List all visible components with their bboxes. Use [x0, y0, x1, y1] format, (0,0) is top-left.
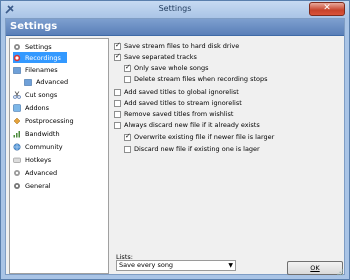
- settings-sidebar: Settings Recordings Filenames Advanced C…: [9, 38, 109, 274]
- sidebar-item-filenames[interactable]: Filenames: [13, 64, 58, 75]
- community-icon: [13, 142, 21, 151]
- dialog-footer: OK: [5, 259, 345, 277]
- option-remove-from-wishlist[interactable]: Remove saved titles from wishlist: [114, 109, 233, 119]
- option-label: Remove saved titles from wishlist: [124, 110, 234, 118]
- dialog-body: Settings Settings Recordings Filenames A…: [5, 18, 345, 275]
- page-title: Settings: [10, 21, 58, 32]
- addons-icon: [13, 103, 21, 112]
- option-label: Always discard new file if it already ex…: [124, 121, 260, 129]
- recordings-options-panel: Save stream files to hard disk drive Sav…: [112, 38, 344, 274]
- window-title: Settings: [158, 4, 192, 13]
- option-save-separated-tracks[interactable]: Save separated tracks: [114, 52, 197, 62]
- sidebar-item-label: Recordings: [25, 53, 61, 62]
- option-label: Save separated tracks: [124, 53, 197, 61]
- option-label: Add saved titles to stream ignorelist: [124, 99, 242, 107]
- sidebar-item-community[interactable]: Community: [13, 141, 63, 152]
- settings-window: Settings ✕ Settings Settings Recordings …: [0, 0, 350, 280]
- general-icon: [14, 182, 20, 189]
- advanced-icon: [14, 169, 20, 176]
- hotkeys-icon: [13, 157, 21, 163]
- sidebar-item-hotkeys[interactable]: Hotkeys: [13, 154, 51, 165]
- checkbox[interactable]: [124, 132, 131, 141]
- sidebar-item-settings[interactable]: Settings: [13, 41, 52, 52]
- resize-grip-icon[interactable]: [336, 268, 344, 276]
- option-label: Discard new file if existing one is lage…: [134, 145, 260, 153]
- option-label: Save stream files to hard disk drive: [124, 42, 240, 50]
- checkbox[interactable]: [124, 75, 131, 83]
- option-discard-if-lager[interactable]: Discard new file if existing one is lage…: [124, 144, 260, 154]
- sidebar-item-label: Postprocessing: [25, 116, 74, 125]
- checkbox[interactable]: [124, 145, 131, 153]
- sidebar-item-label: Advanced: [25, 168, 58, 177]
- option-save-stream-files[interactable]: Save stream files to hard disk drive: [114, 41, 239, 51]
- ok-button-label: OK: [310, 264, 320, 272]
- checkbox[interactable]: [114, 99, 121, 107]
- gear-icon: [14, 43, 20, 50]
- title-bar[interactable]: Settings ✕: [1, 1, 349, 18]
- checkbox[interactable]: [114, 88, 121, 96]
- option-label: Delete stream files when recording stops: [134, 75, 268, 83]
- folder-advanced-icon: [24, 78, 32, 86]
- sidebar-item-advanced[interactable]: Advanced: [13, 167, 57, 178]
- sidebar-item-label: Advanced: [36, 77, 69, 86]
- option-always-discard[interactable]: Always discard new file if it already ex…: [114, 120, 260, 130]
- record-icon: [13, 54, 21, 61]
- sidebar-item-advanced-filenames[interactable]: Advanced: [24, 76, 68, 87]
- checkbox[interactable]: [124, 63, 131, 72]
- folder-icon: [13, 66, 21, 74]
- ok-button[interactable]: OK: [287, 261, 343, 275]
- scissors-icon: [13, 90, 21, 99]
- checkbox[interactable]: [114, 121, 121, 129]
- option-delete-stream-files[interactable]: Delete stream files when recording stops: [124, 74, 268, 84]
- sidebar-item-general[interactable]: General: [13, 180, 51, 191]
- sidebar-item-label: Settings: [25, 42, 52, 51]
- sidebar-item-label: General: [25, 181, 51, 190]
- sidebar-item-cut-songs[interactable]: Cut songs: [13, 89, 57, 100]
- option-overwrite-if-larger[interactable]: Overwrite existing file if newer file is…: [124, 132, 274, 142]
- option-label: Add saved titles to global ignorelist: [124, 88, 239, 96]
- option-label: Overwrite existing file if newer file is…: [134, 133, 275, 141]
- sidebar-item-label: Cut songs: [25, 90, 58, 99]
- bandwidth-icon: [13, 130, 20, 137]
- sidebar-item-recordings[interactable]: Recordings: [13, 52, 67, 63]
- sidebar-item-label: Hotkeys: [25, 155, 52, 164]
- checkbox[interactable]: [114, 52, 121, 61]
- option-only-save-whole-songs[interactable]: Only save whole songs: [124, 63, 209, 73]
- sidebar-item-label: Addons: [25, 103, 50, 112]
- sidebar-item-postprocessing[interactable]: Postprocessing: [13, 115, 74, 126]
- option-label: Only save whole songs: [134, 64, 209, 72]
- sidebar-item-label: Filenames: [25, 65, 58, 74]
- page-header: Settings: [6, 19, 344, 36]
- option-global-ignorelist[interactable]: Add saved titles to global ignorelist: [114, 87, 239, 97]
- checkbox[interactable]: [114, 110, 121, 118]
- option-stream-ignorelist[interactable]: Add saved titles to stream ignorelist: [114, 98, 242, 108]
- sidebar-item-addons[interactable]: Addons: [13, 102, 49, 113]
- sidebar-item-bandwidth[interactable]: Bandwidth: [13, 128, 60, 139]
- sidebar-item-label: Community: [25, 142, 63, 151]
- postprocessing-icon: [13, 117, 21, 124]
- sidebar-item-label: Bandwidth: [25, 129, 60, 138]
- close-button[interactable]: ✕: [309, 2, 345, 16]
- checkbox[interactable]: [114, 41, 121, 50]
